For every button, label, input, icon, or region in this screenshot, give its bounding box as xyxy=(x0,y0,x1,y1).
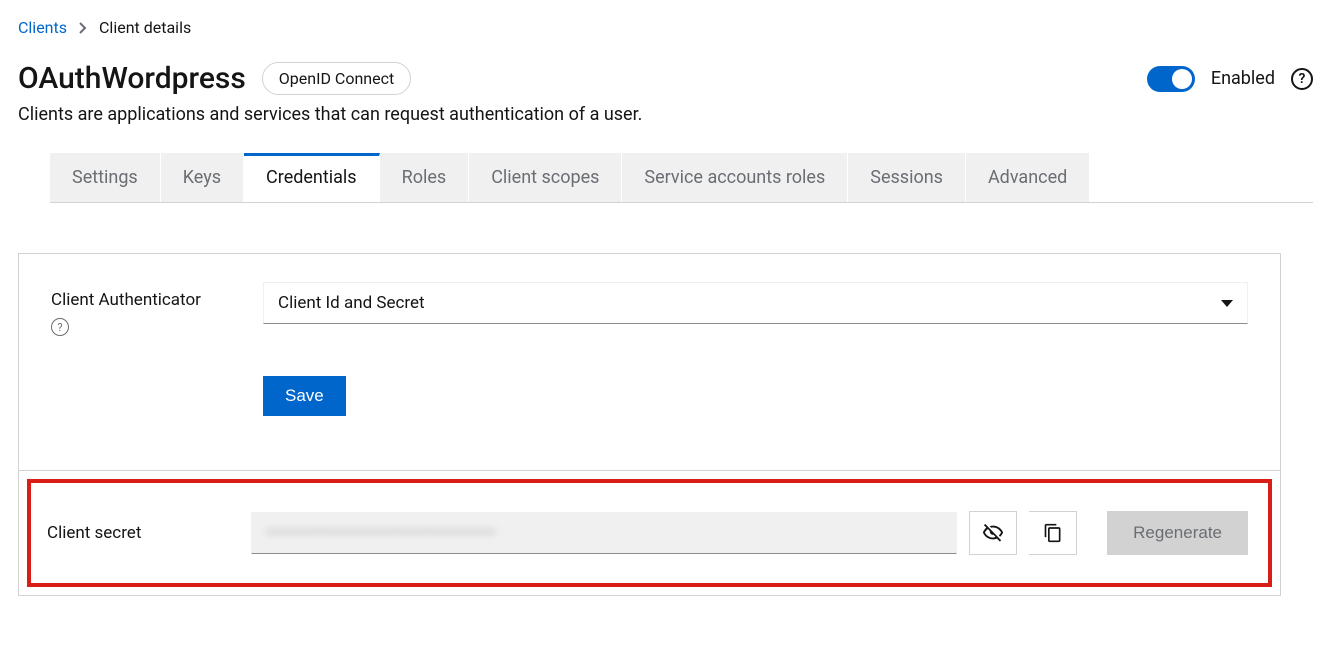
copy-button[interactable] xyxy=(1029,511,1077,555)
toggle-visibility-button[interactable] xyxy=(969,511,1017,555)
tab-credentials[interactable]: Credentials xyxy=(244,153,380,202)
divider xyxy=(19,470,1280,471)
tab-roles[interactable]: Roles xyxy=(380,153,470,202)
enabled-toggle-label: Enabled xyxy=(1211,68,1275,89)
page-subtitle: Clients are applications and services th… xyxy=(18,104,1313,125)
page-title: OAuthWordpress xyxy=(18,61,246,96)
tab-advanced[interactable]: Advanced xyxy=(966,153,1090,202)
help-icon[interactable]: ? xyxy=(1291,68,1313,90)
client-authenticator-select[interactable]: Client Id and Secret xyxy=(263,282,1248,324)
client-authenticator-label: Client Authenticator xyxy=(51,290,251,310)
breadcrumb-parent-link[interactable]: Clients xyxy=(18,18,67,37)
tab-settings[interactable]: Settings xyxy=(50,153,161,202)
regenerate-button[interactable]: Regenerate xyxy=(1107,511,1248,555)
tabs: Settings Keys Credentials Roles Client s… xyxy=(50,153,1313,203)
save-button[interactable]: Save xyxy=(263,376,346,416)
client-secret-field[interactable]: •••••••••••••••••••••••••••••••••••••••• xyxy=(251,512,957,554)
chevron-right-icon xyxy=(79,22,87,34)
client-secret-highlight: Client secret ••••••••••••••••••••••••••… xyxy=(27,479,1272,587)
eye-off-icon xyxy=(982,522,1004,544)
tab-keys[interactable]: Keys xyxy=(161,153,244,202)
credentials-panel: Client Authenticator ? Client Id and Sec… xyxy=(18,253,1281,596)
breadcrumb: Clients Client details xyxy=(18,18,1313,37)
copy-icon xyxy=(1043,523,1063,543)
tab-sessions[interactable]: Sessions xyxy=(848,153,966,202)
client-secret-label: Client secret xyxy=(43,523,239,543)
enabled-toggle[interactable] xyxy=(1147,66,1195,92)
help-icon[interactable]: ? xyxy=(51,318,69,336)
protocol-badge: OpenID Connect xyxy=(262,62,411,95)
caret-down-icon xyxy=(1221,300,1233,307)
tab-client-scopes[interactable]: Client scopes xyxy=(469,153,622,202)
tab-service-accounts-roles[interactable]: Service accounts roles xyxy=(622,153,848,202)
breadcrumb-current: Client details xyxy=(99,18,191,37)
client-authenticator-value: Client Id and Secret xyxy=(278,293,425,313)
